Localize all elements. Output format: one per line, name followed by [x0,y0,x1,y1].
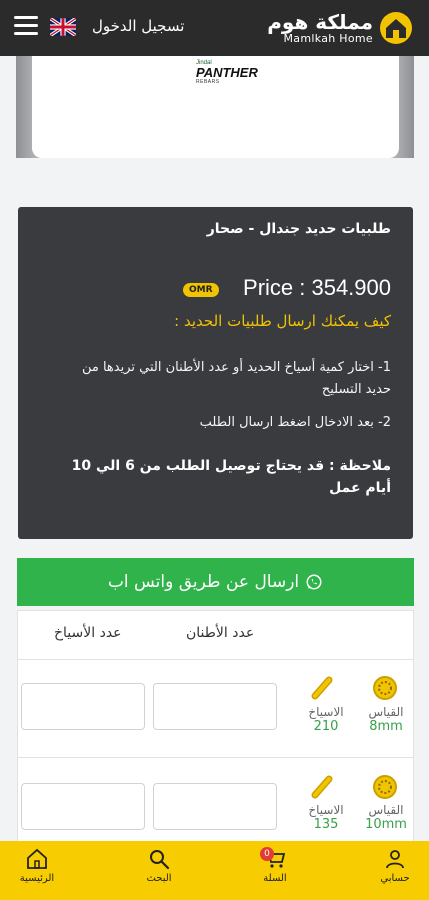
panther-logo: Jindal PANTHER REBARS [196,60,258,85]
step-1-text: 1- اختار كمية أسياخ الحديد أو عدد الأطنا… [81,360,391,397]
home-icon [27,848,47,869]
column-header-bars: عدد الأسياخ [54,625,122,641]
brand-name-text: PANTHER [196,65,258,80]
column-header-tons: عدد الأطنان [186,625,255,641]
logo-arabic-text: مملكة هوم [267,10,373,34]
app-header: تسجيل الدخول مملكة هوم Mamlkah Home [0,0,429,56]
nav-search-label: البحث [146,873,172,884]
product-title: طلبيات حديد جندال - صحار [206,221,391,237]
bottom-navigation: حسابي 0 السلة البحث الرئيسية [0,841,429,900]
whatsapp-send-button[interactable]: ارسال عن طريق واتس اب [17,558,414,606]
table-divider [18,659,413,660]
bars-cell: الاسياخ 210 [296,705,356,734]
search-icon [150,850,170,870]
nav-home[interactable]: الرئيسية [2,847,72,884]
logo-english-text: Mamlkah Home [283,32,373,45]
currency-badge: OMR [183,283,219,297]
nav-home-label: الرئيسية [19,873,55,884]
bars-label: الاسياخ [308,705,344,719]
nav-search[interactable]: البحث [124,847,194,884]
logo-mark-icon [380,12,412,44]
bars-value: 210 [313,719,339,734]
nav-cart-label: السلة [263,873,287,884]
bars-label: الاسياخ [308,803,344,817]
tons-input[interactable] [153,783,277,830]
size-cell: القياس 8mm [356,705,416,734]
product-image-card: Jindal PANTHER REBARS [32,56,399,158]
size-cell: القياس 10mm [356,803,416,832]
step-2-text: 2- بعد الادخال اضغط ارسال الطلب [199,415,391,430]
logo[interactable]: مملكة هوم Mamlkah Home [267,6,413,50]
nav-account[interactable]: حسابي [360,847,429,884]
tons-input[interactable] [153,683,277,730]
rebar-size-icon [373,676,397,700]
bars-input[interactable] [21,683,145,730]
delivery-note: ملاحظة : قد يحتاج توصيل الطلب من 6 الي 1… [71,458,391,496]
rebar-size-icon [373,775,397,799]
login-link[interactable]: تسجيل الدخول [92,17,184,35]
product-image: Jindal PANTHER REBARS [16,56,414,158]
size-label: القياس [368,803,404,817]
rebar-bars-icon [311,676,333,700]
whatsapp-icon [306,574,322,590]
how-to-title: كيف يمكنك ارسال طلبيات الحديد : [174,312,391,330]
uk-flag-icon[interactable] [50,18,76,36]
rebar-bars-icon [311,775,333,799]
size-value: 8mm [369,719,403,734]
nav-cart[interactable]: 0 السلة [240,847,310,884]
size-label: القياس [368,705,404,719]
nav-account-label: حسابي [380,873,410,884]
bars-cell: الاسياخ 135 [296,803,356,832]
whatsapp-send-label: ارسال عن طريق واتس اب [107,572,300,592]
price-text: Price : 354.900 [243,275,391,300]
size-value: 10mm [365,817,407,832]
bars-value: 135 [313,817,339,832]
table-divider [18,757,413,758]
menu-icon[interactable] [14,16,38,38]
user-icon [386,850,404,869]
cart-count-badge: 0 [260,847,274,861]
product-info-card: طلبيات حديد جندال - صحار Price : 354.900… [18,207,413,539]
bars-input[interactable] [21,783,145,830]
quantity-table: عدد الأطنان عدد الأسياخ القياس 8mm الاسي… [17,610,414,842]
